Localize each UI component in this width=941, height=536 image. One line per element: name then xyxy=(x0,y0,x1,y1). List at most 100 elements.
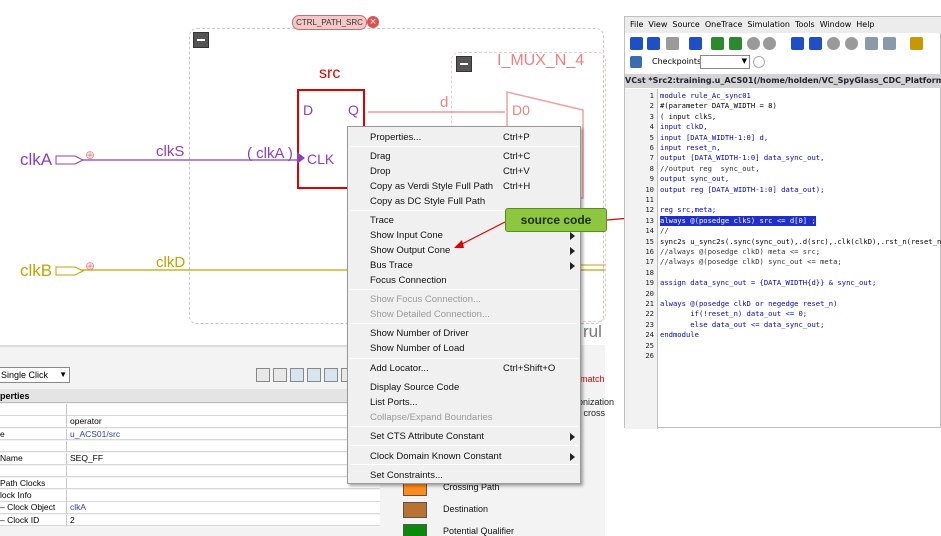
table-row[interactable]: e u_ACS01/src xyxy=(0,428,380,441)
checkpoints-select[interactable]: ▼ xyxy=(700,55,750,69)
menu-item-show-number-of-load[interactable]: Show Number of Load xyxy=(370,342,465,356)
table-row[interactable]: – Clock Object clkA xyxy=(0,502,380,514)
column-divider xyxy=(66,477,67,490)
line-number: 15 xyxy=(645,236,654,246)
code-line[interactable]: ( input clkS, xyxy=(660,112,716,122)
property-value: clkA xyxy=(70,502,87,513)
menu-item-focus-connection[interactable]: Focus Connection xyxy=(370,274,447,288)
code-line[interactable]: //always @(posedge clkD) sync_out <= met… xyxy=(660,257,842,267)
code-line[interactable]: else data_out <= data_sync_out; xyxy=(660,320,824,330)
filter-icon[interactable] xyxy=(307,368,321,382)
menu-item-show-number-of-driver[interactable]: Show Number of Driver xyxy=(370,327,469,341)
menu-onetrace[interactable]: OneTrace xyxy=(705,20,743,29)
arrow-right-icon[interactable] xyxy=(763,37,776,50)
code-line[interactable]: module rule_Ac_sync01 xyxy=(660,91,751,101)
menu-item-bus-trace[interactable]: Bus Trace xyxy=(370,259,413,273)
menu-view[interactable]: View xyxy=(648,20,667,29)
highlighted-code-line[interactable]: always @(posedge clkS) src <= d[0] ; xyxy=(660,215,816,227)
menu-item-list-ports[interactable]: List Ports... xyxy=(370,396,418,410)
code-line[interactable]: sync2s u_sync2s(.sync(sync_out),.d(src),… xyxy=(660,237,941,247)
menu-file[interactable]: File xyxy=(630,20,643,29)
table-row[interactable]: – Clock ID 2 xyxy=(0,514,380,527)
hierarchy-icon[interactable] xyxy=(865,37,878,50)
code-line[interactable]: output reg [DATA_WIDTH-1:0] data_out); xyxy=(660,185,824,195)
menu-item-copy-as-dc-style-full-path[interactable]: Copy as DC Style Full Path xyxy=(370,195,485,209)
code-line[interactable]: output sync_out, xyxy=(660,174,729,184)
table-row[interactable]: Path Clocks xyxy=(0,477,380,490)
run-icon[interactable] xyxy=(729,37,742,50)
checkpoints-icon xyxy=(630,56,642,68)
list-view-icon[interactable] xyxy=(273,368,287,382)
table-row[interactable] xyxy=(0,404,380,416)
menu-item-collapse-expand-boundaries[interactable]: Collapse/Expand Boundaries xyxy=(370,411,493,425)
code-line[interactable]: #(parameter DATA_WIDTH = 8) xyxy=(660,101,777,111)
menu-shortcut: Ctrl+Shift+O xyxy=(503,363,556,374)
menu-item-display-source-code[interactable]: Display Source Code xyxy=(370,381,459,395)
menu-item-show-focus-connection[interactable]: Show Focus Connection... xyxy=(370,293,481,307)
table-row[interactable] xyxy=(0,465,380,477)
code-line[interactable]: //output reg sync_out, xyxy=(660,164,760,174)
code-line[interactable]: always @(posedge clkD or negedge reset_n… xyxy=(660,299,837,309)
code-line[interactable]: // xyxy=(660,226,669,236)
code-line[interactable]: input clkD, xyxy=(660,122,708,132)
hierarchy-icon[interactable] xyxy=(883,37,896,50)
play-icon[interactable] xyxy=(827,37,840,50)
code-line[interactable]: if(!reset_n) data_out <= 0; xyxy=(660,309,807,319)
input-port-icon[interactable] xyxy=(55,154,85,166)
filter-icon[interactable] xyxy=(290,368,304,382)
step-icon[interactable] xyxy=(809,37,822,50)
menu-item-show-input-cone[interactable]: Show Input Cone xyxy=(370,229,443,243)
code-line[interactable]: input [DATA_WIDTH-1:0] d, xyxy=(660,133,768,143)
input-port-icon[interactable] xyxy=(55,265,85,277)
checkpoint-add-icon[interactable] xyxy=(753,56,765,68)
menu-window[interactable]: Window xyxy=(820,20,852,29)
menu-item-set-constraints[interactable]: Set Constraints... xyxy=(370,469,443,483)
menu-shortcut: Ctrl+C xyxy=(503,151,531,162)
table-row[interactable]: lock Info xyxy=(0,490,380,502)
menu-help[interactable]: Help xyxy=(856,20,874,29)
toolbar-icon-1[interactable] xyxy=(630,37,643,50)
code-line[interactable]: output [DATA_WIDTH-1:0] data_sync_out, xyxy=(660,153,824,163)
play-icon[interactable] xyxy=(845,37,858,50)
chevron-down-icon: ▼ xyxy=(59,370,67,379)
table-row[interactable]: operator xyxy=(0,416,380,428)
menu-item-add-locator[interactable]: Add Locator... xyxy=(370,362,429,376)
code-line[interactable]: reg src,meta; xyxy=(660,205,716,215)
menu-item-copy-as-verdi-style-full-path[interactable]: Copy as Verdi Style Full Path xyxy=(370,180,493,194)
menu-item-clock-domain-known-constant[interactable]: Clock Domain Known Constant xyxy=(370,450,501,464)
step-icon[interactable] xyxy=(791,37,804,50)
code-line[interactable]: assign data_sync_out = {DATA_WIDTH{d}} &… xyxy=(660,278,876,288)
table-row[interactable] xyxy=(0,440,380,453)
menu-separator xyxy=(350,146,578,147)
gear-icon[interactable] xyxy=(910,37,923,50)
menu-item-drag[interactable]: Drag xyxy=(370,150,391,164)
toolbar-icon-2[interactable] xyxy=(647,37,660,50)
menu-simulation[interactable]: Simulation xyxy=(747,20,790,29)
toolbar-icon-3[interactable] xyxy=(666,37,679,50)
property-key: – Clock Object xyxy=(0,502,56,513)
list-view-icon[interactable] xyxy=(256,368,270,382)
menu-item-show-output-cone[interactable]: Show Output Cone xyxy=(370,244,450,258)
code-line[interactable]: input reset_n, xyxy=(660,143,721,153)
table-row[interactable]: Name SEQ_FF xyxy=(0,453,380,465)
menu-shortcut: Ctrl+P xyxy=(503,132,530,143)
edit-icon[interactable] xyxy=(689,37,702,50)
menu-source[interactable]: Source xyxy=(672,20,699,29)
run-icon[interactable] xyxy=(711,37,724,50)
menu-item-properties[interactable]: Properties... xyxy=(370,131,421,145)
line-number: 9 xyxy=(649,174,654,184)
filter-icon[interactable] xyxy=(324,368,338,382)
line-number: 2 xyxy=(649,101,654,111)
menu-item-show-detailed-connection[interactable]: Show Detailed Connection... xyxy=(370,308,490,322)
code-line[interactable]: //always @(posedge clkD) meta <= src; xyxy=(660,247,820,257)
arrow-left-icon[interactable] xyxy=(747,37,760,50)
menu-tools[interactable]: Tools xyxy=(795,20,815,29)
source-code-window: File View Source OneTrace Simulation Tools Win… xyxy=(624,16,941,429)
code-line[interactable]: endmodule xyxy=(660,330,699,340)
line-number-gutter: 1 2 3 4 5 6 7 8 9 10 11 12 13 14 15 16 17 18 19 20 21 22 23 24 2… xyxy=(625,89,658,429)
menu-item-set-cts-attribute-constant[interactable]: Set CTS Attribute Constant xyxy=(370,430,484,444)
menu-item-drop[interactable]: Drop xyxy=(370,165,391,179)
menu-item-trace[interactable]: Trace xyxy=(370,214,394,228)
menu-shortcut: Ctrl+V xyxy=(503,166,530,177)
click-mode-select[interactable]: Single Click ▼ xyxy=(0,367,70,383)
